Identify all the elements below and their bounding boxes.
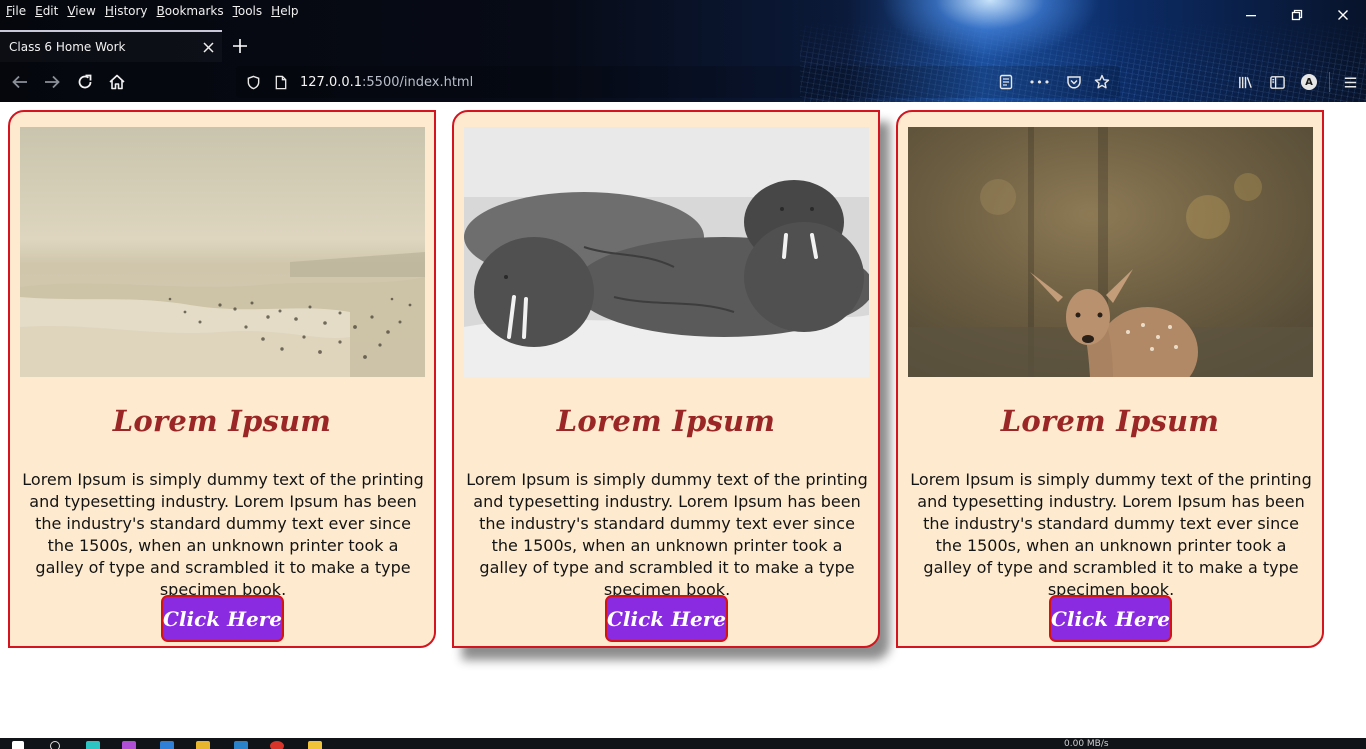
network-speed: 0.00 MB/s (1064, 739, 1109, 749)
account-button[interactable]: A (1293, 66, 1325, 98)
tab-close-button[interactable] (194, 38, 222, 57)
page-viewport: Lorem Ipsum Lorem Ipsum is simply dummy … (0, 102, 1366, 738)
reader-view-icon (999, 74, 1013, 90)
menu-bar: File Edit View History Bookmarks Tools H… (0, 0, 302, 22)
library-icon (1238, 76, 1252, 88)
card: Lorem Ipsum Lorem Ipsum is simply dummy … (896, 110, 1324, 648)
app-icon-7[interactable] (308, 741, 322, 749)
menu-view[interactable]: View (67, 4, 95, 18)
app-icon-6[interactable] (270, 741, 284, 749)
card-text: Lorem Ipsum is simply dummy text of the … (910, 470, 1312, 599)
tab-title: Class 6 Home Work (9, 40, 126, 54)
toolbar-separator (1329, 72, 1330, 92)
click-here-button[interactable]: Click Here (1049, 595, 1172, 642)
app-icon-5[interactable] (234, 741, 248, 749)
menu-edit[interactable]: Edit (35, 4, 58, 18)
new-tab-button[interactable] (226, 32, 254, 60)
nav-bar: 127.0.0.1:5500/index.html ••• A (0, 62, 1366, 102)
plus-icon (233, 39, 247, 53)
pocket-button[interactable] (1060, 68, 1088, 96)
minimize-icon (1246, 15, 1256, 17)
card-image-deer (908, 127, 1313, 377)
window-controls (1228, 0, 1366, 30)
close-icon (1338, 10, 1348, 20)
star-icon (1094, 74, 1110, 89)
card: Lorem Ipsum Lorem Ipsum is simply dummy … (452, 110, 880, 648)
click-here-button[interactable]: Click Here (161, 595, 284, 642)
close-window-button[interactable] (1320, 0, 1366, 30)
app-icon-1[interactable] (86, 741, 100, 749)
url-host: 127.0.0.1 (300, 74, 363, 90)
page-actions-button[interactable]: ••• (1020, 68, 1060, 96)
account-avatar-icon: A (1301, 74, 1317, 90)
search-icon[interactable] (50, 741, 60, 749)
shield-icon (247, 75, 259, 89)
deer-photo (908, 127, 1313, 377)
reload-icon (78, 74, 92, 89)
restore-icon (1291, 9, 1303, 21)
tracking-protection-button[interactable] (242, 71, 264, 93)
hamburger-menu-icon (1344, 76, 1356, 88)
forward-button[interactable] (36, 66, 68, 98)
forward-arrow-icon (45, 75, 60, 89)
sidebar-button[interactable] (1261, 66, 1293, 98)
click-here-button[interactable]: Click Here (605, 595, 728, 642)
back-arrow-icon (12, 75, 27, 89)
url-path: :5500/index.html (362, 74, 474, 90)
card-image-beach (20, 127, 425, 377)
back-button[interactable] (4, 66, 36, 98)
app-icon-3[interactable] (160, 741, 174, 749)
reader-view-button[interactable] (992, 68, 1020, 96)
url-text[interactable]: 127.0.0.1:5500/index.html (300, 75, 473, 90)
restore-button[interactable] (1274, 0, 1320, 30)
taskbar: 0.00 MB/s (0, 738, 1366, 749)
card-title: Lorem Ipsum (112, 404, 332, 438)
url-actions: ••• (992, 66, 1116, 98)
library-button[interactable] (1229, 66, 1261, 98)
card-title: Lorem Ipsum (1000, 404, 1220, 438)
menu-history[interactable]: History (105, 4, 148, 18)
minimize-button[interactable] (1228, 0, 1274, 30)
url-bar[interactable]: 127.0.0.1:5500/index.html ••• (236, 66, 1120, 98)
page-info-button[interactable] (270, 71, 292, 93)
pocket-icon (1067, 76, 1081, 89)
browser-chrome: File Edit View History Bookmarks Tools H… (0, 0, 1366, 102)
card-image-walrus (464, 127, 869, 377)
tab-active[interactable]: Class 6 Home Work (0, 30, 222, 62)
menu-tools[interactable]: Tools (233, 4, 263, 18)
menu-help[interactable]: Help (271, 4, 298, 18)
bookmark-star-button[interactable] (1088, 68, 1116, 96)
walrus-photo (464, 127, 869, 377)
page-icon (275, 75, 287, 89)
menu-file[interactable]: File (6, 4, 26, 18)
reload-button[interactable] (69, 66, 101, 98)
app-menu-button[interactable] (1334, 66, 1366, 98)
menu-bookmarks[interactable]: Bookmarks (157, 4, 224, 18)
card-title: Lorem Ipsum (556, 404, 776, 438)
home-button[interactable] (101, 66, 133, 98)
app-icon-4[interactable] (196, 741, 210, 749)
more-dots-icon: ••• (1028, 75, 1052, 89)
card: Lorem Ipsum Lorem Ipsum is simply dummy … (8, 110, 436, 648)
sidebar-icon (1269, 75, 1285, 89)
card-text: Lorem Ipsum is simply dummy text of the … (22, 470, 424, 599)
home-icon (109, 74, 125, 90)
card-text: Lorem Ipsum is simply dummy text of the … (466, 470, 868, 599)
toolbar-right: A (1229, 66, 1366, 98)
close-tab-icon (202, 41, 214, 53)
beach-photo (20, 127, 425, 377)
app-icon-2[interactable] (122, 741, 136, 749)
start-icon[interactable] (12, 741, 24, 749)
